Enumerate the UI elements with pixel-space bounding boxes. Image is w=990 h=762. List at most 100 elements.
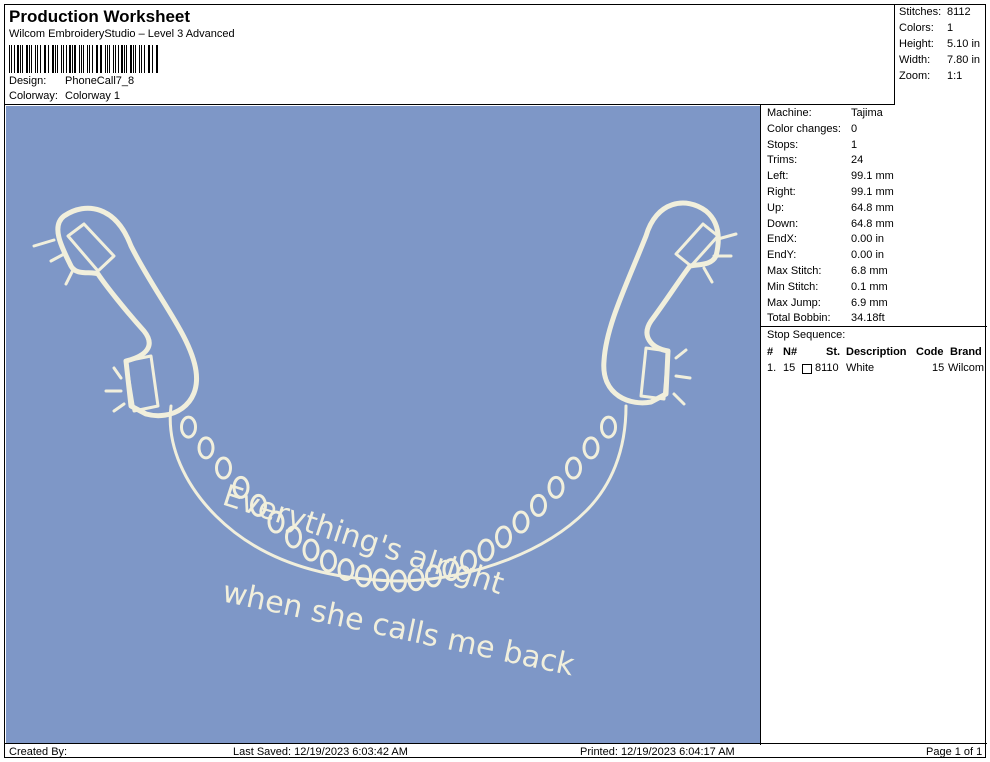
property-value: 0.1 mm (851, 280, 888, 293)
worksheet-footer: Created By: Last Saved: 12/19/2023 6:03:… (5, 743, 987, 760)
property-label: EndX: (767, 233, 797, 246)
cord-coil (512, 510, 530, 534)
property-row: Down: 64.8 mm (767, 218, 894, 230)
property-row: EndX: 0.00 in (767, 233, 884, 245)
col-num: # (767, 346, 774, 358)
cord-coil (215, 456, 232, 480)
cord-coil (180, 415, 197, 439)
height-value: 5.10 in (947, 38, 981, 50)
right-handset-icon (601, 200, 721, 406)
property-label: Right: (767, 186, 796, 198)
property-row: Color changes: 0 (767, 123, 857, 135)
cord-coil (477, 538, 495, 562)
zoom-value: 1:1 (947, 70, 963, 82)
property-value: 0.00 in (851, 233, 885, 246)
stop-sequence-title: Stop Sequence: (761, 326, 987, 341)
property-row: Max Stitch: 6.8 mm (767, 265, 888, 277)
left-handset-icon (55, 205, 199, 419)
property-label: Total Bobbin: (767, 312, 831, 325)
property-row: Machine: Tajima (767, 107, 883, 119)
property-value: 99.1 mm (851, 186, 894, 198)
software-name: Wilcom EmbroideryStudio – Level 3 Advanc… (9, 28, 235, 40)
colors-value: 1 (947, 22, 954, 34)
cord-coil (495, 525, 512, 549)
barcode (9, 45, 159, 73)
created-by: Created By: (9, 746, 68, 758)
properties-panel: Machine: Tajima Color changes: 0 Stops: 1 Trim… (760, 105, 987, 745)
property-value: 0.00 in (851, 249, 885, 262)
design-label: Design: (9, 75, 47, 87)
stitches-row: Stitches: 8112 (899, 6, 971, 18)
property-row: EndY: 0.00 in (767, 249, 884, 261)
design-preview: Everything's alright when she calls me b… (6, 106, 760, 744)
row-num: 1. (767, 362, 777, 374)
zoom-row: Zoom: 1:1 (899, 70, 962, 82)
cord-coil (600, 415, 617, 439)
design-row: Design: PhoneCall7_8 (9, 75, 134, 87)
left-earpiece-icon (66, 222, 116, 273)
embroidery-artwork: Everything's alright when she calls me b… (32, 200, 738, 683)
property-value: Tajima (851, 107, 883, 119)
property-row: Left: 99.1 mm (767, 170, 894, 182)
cord-coil (320, 549, 337, 573)
property-row: Total Bobbin: 34.18ft (767, 312, 885, 324)
property-row: Max Jump: 6.9 mm (767, 297, 888, 309)
design-value: PhoneCall7_8 (65, 75, 135, 87)
right-mouthpiece-icon (639, 346, 670, 401)
page-title: Production Worksheet (9, 7, 191, 26)
col-description: Description (846, 346, 907, 358)
property-label: Color changes: (767, 122, 841, 135)
col-brand: Brand (950, 346, 982, 358)
row-description: White (846, 362, 875, 374)
cord-coil (547, 475, 565, 499)
width-label: Width: (899, 54, 931, 66)
height-label: Height: (899, 38, 934, 50)
cord-coil (530, 493, 547, 517)
stitches-label: Stitches: (899, 6, 942, 18)
color-swatch (802, 364, 812, 374)
worksheet-header: Production Worksheet Wilcom EmbroiderySt… (5, 5, 895, 105)
property-row: Min Stitch: 0.1 mm (767, 281, 888, 293)
row-code: 15 (932, 362, 945, 374)
printed-date: Printed: 12/19/2023 6:04:17 AM (580, 746, 735, 758)
property-label: Max Jump: (767, 296, 821, 309)
property-value: 1 (851, 138, 858, 151)
property-label: Left: (767, 170, 789, 183)
colorway-value: Colorway 1 (65, 90, 121, 102)
row-brand: Wilcom (948, 362, 985, 374)
property-label: Min Stitch: (767, 280, 819, 293)
cord-coil (197, 436, 215, 460)
property-label: Stops: (767, 138, 799, 151)
property-value: 6.9 mm (851, 296, 888, 309)
property-label: Max Stitch: (767, 265, 822, 277)
col-stitches: St. (826, 346, 841, 358)
colors-row: Colors: 1 (899, 22, 953, 34)
col-needle: N# (783, 346, 798, 358)
colors-label: Colors: (899, 22, 934, 34)
property-value: 0 (851, 122, 858, 135)
property-value: 64.8 mm (851, 201, 894, 214)
summary-box: Stitches: 8112 Colors: 1 Height: 5.10 in Wi… (895, 5, 987, 105)
width-row: Width: 7.80 in (899, 54, 980, 66)
stitches-value: 8112 (947, 6, 971, 18)
property-label: EndY: (767, 249, 797, 262)
worksheet-frame: Production Worksheet Wilcom EmbroiderySt… (4, 4, 987, 760)
colorway-row: Colorway: Colorway 1 (9, 90, 120, 102)
property-value: 24 (851, 154, 864, 167)
col-code: Code (916, 346, 944, 358)
property-value: 99.1 mm (851, 170, 894, 183)
property-label: Trims: (767, 154, 798, 167)
property-row: Stops: 1 (767, 139, 857, 151)
property-label: Up: (767, 201, 785, 214)
cord-coil (565, 456, 582, 480)
zoom-label: Zoom: (899, 70, 931, 82)
property-row: Up: 64.8 mm (767, 202, 894, 214)
property-value: 6.8 mm (851, 265, 888, 277)
colorway-label: Colorway: (9, 90, 58, 102)
cord-coil (582, 436, 600, 460)
property-label: Machine: (767, 107, 812, 119)
width-value: 7.80 in (947, 54, 981, 66)
property-value: 64.8 mm (851, 217, 894, 230)
last-saved: Last Saved: 12/19/2023 6:03:42 AM (233, 746, 408, 758)
cord-coil (355, 564, 372, 588)
